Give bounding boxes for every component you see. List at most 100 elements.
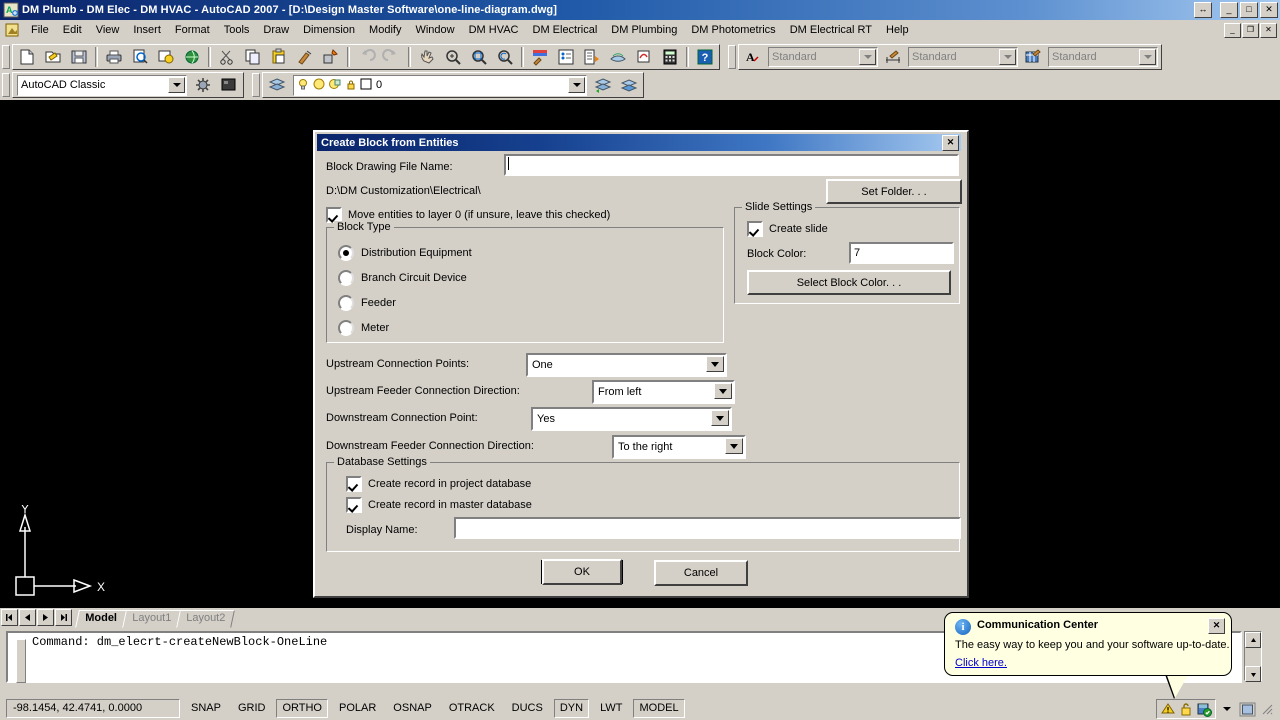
first-layout-button[interactable]	[1, 609, 18, 626]
text-style-icon[interactable]: A	[741, 45, 765, 69]
layout-tab-layout2[interactable]: Layout2	[176, 610, 236, 628]
sheet-set-manager-icon[interactable]	[606, 45, 630, 69]
tool-palettes-icon[interactable]	[580, 45, 604, 69]
balloon-close-button[interactable]: ✕	[1208, 618, 1225, 634]
designcenter-icon[interactable]	[554, 45, 578, 69]
status-toggle-osnap[interactable]: OSNAP	[387, 698, 438, 718]
cancel-button[interactable]: Cancel	[654, 560, 748, 586]
layout-tab-model[interactable]: Model	[75, 610, 127, 628]
open-file-icon[interactable]	[41, 45, 65, 69]
quickcalc-icon[interactable]	[658, 45, 682, 69]
command-scrollbar-vertical[interactable]	[1244, 631, 1262, 682]
minimize-window-button[interactable]: _	[1220, 2, 1238, 18]
display-name-input[interactable]	[454, 517, 961, 539]
menu-item-insert[interactable]: Insert	[126, 22, 168, 38]
chevron-down-icon[interactable]	[725, 438, 743, 454]
workspace-settings-icon[interactable]	[191, 73, 215, 97]
copy-icon[interactable]	[241, 45, 265, 69]
resize-grip[interactable]	[1258, 700, 1276, 718]
radio-distribution-equipment[interactable]: Distribution Equipment	[338, 245, 472, 261]
create-slide-checkbox[interactable]: Create slide	[747, 221, 828, 237]
upstream-connection-points-combo[interactable]: One	[526, 353, 727, 377]
redo-icon[interactable]	[380, 45, 404, 69]
status-toggle-lwt[interactable]: LWT	[594, 698, 629, 718]
create-record-project-db-checkbox[interactable]: Create record in project database	[346, 476, 531, 492]
layer-freeze-viewport-icon[interactable]	[328, 77, 342, 94]
set-folder-button[interactable]: Set Folder. . .	[826, 179, 962, 204]
menu-item-draw[interactable]: Draw	[256, 22, 296, 38]
coordinates-display[interactable]: -98.1454, 42.4741, 0.0000	[6, 698, 180, 718]
layer-lock-icon[interactable]	[344, 77, 358, 94]
previous-layout-button[interactable]	[19, 609, 36, 626]
block-color-input[interactable]: 7	[849, 242, 954, 264]
lock-icon[interactable]	[1177, 700, 1195, 718]
menu-item-dimension[interactable]: Dimension	[296, 22, 362, 38]
layer-color-swatch[interactable]	[360, 78, 372, 93]
close-window-button[interactable]: ✕	[1260, 2, 1278, 18]
chevron-down-icon[interactable]	[568, 76, 585, 93]
downstream-connection-point-combo[interactable]: Yes	[531, 407, 732, 431]
status-toggle-model[interactable]: MODEL	[633, 698, 685, 718]
maximize-window-button[interactable]: □	[1240, 2, 1258, 18]
dialog-close-button[interactable]: ✕	[942, 135, 959, 151]
ok-button[interactable]: OK	[541, 559, 623, 585]
block-editor-icon[interactable]	[319, 45, 343, 69]
cut-icon[interactable]	[215, 45, 239, 69]
workspace-combo[interactable]: AutoCAD Classic	[17, 74, 187, 96]
publish-3ddwf-icon[interactable]	[180, 45, 204, 69]
chevron-down-icon[interactable]	[1139, 49, 1156, 65]
layer-previous-icon[interactable]	[591, 73, 615, 97]
downstream-feeder-direction-combo[interactable]: To the right	[612, 435, 746, 459]
mdi-restore-button[interactable]: ❐	[1242, 23, 1259, 38]
warning-icon[interactable]	[1159, 700, 1177, 718]
clean-screen-button[interactable]	[1238, 700, 1256, 718]
menu-item-file[interactable]: File	[24, 22, 56, 38]
chevron-down-icon[interactable]	[168, 76, 185, 93]
menu-item-dm-electrical-rt[interactable]: DM Electrical RT	[783, 22, 879, 38]
table-style-icon[interactable]	[1021, 45, 1045, 69]
zoom-window-icon[interactable]	[467, 45, 491, 69]
menu-item-modify[interactable]: Modify	[362, 22, 408, 38]
radio-branch-circuit-device[interactable]: Branch Circuit Device	[338, 270, 467, 286]
status-toggle-ortho[interactable]: ORTHO	[276, 698, 328, 718]
layers-toolbar-grip[interactable]	[252, 73, 260, 97]
table-style-combo[interactable]: Standard	[1048, 47, 1158, 67]
menu-item-tools[interactable]: Tools	[217, 22, 257, 38]
publish-icon[interactable]	[154, 45, 178, 69]
layer-combo[interactable]: 0	[293, 74, 587, 96]
chevron-down-icon[interactable]	[859, 49, 876, 65]
chevron-down-icon[interactable]	[711, 410, 729, 426]
scroll-up-button[interactable]	[1245, 632, 1261, 648]
chevron-down-icon[interactable]	[714, 383, 732, 399]
communication-center-icon[interactable]	[1195, 700, 1213, 718]
status-toggle-ducs[interactable]: DUCS	[505, 698, 549, 718]
paste-icon[interactable]	[267, 45, 291, 69]
mdi-close-button[interactable]: ✕	[1260, 23, 1277, 38]
create-record-master-db-checkbox[interactable]: Create record in master database	[346, 497, 532, 513]
radio-meter[interactable]: Meter	[338, 320, 389, 336]
text-style-combo[interactable]: Standard	[768, 47, 878, 67]
layer-on-icon[interactable]	[296, 77, 310, 94]
new-file-icon[interactable]	[15, 45, 39, 69]
upstream-feeder-direction-combo[interactable]: From left	[592, 380, 735, 404]
properties-palette-icon[interactable]	[528, 45, 552, 69]
status-toggle-snap[interactable]: SNAP	[185, 698, 227, 718]
menu-item-dm-plumbing[interactable]: DM Plumbing	[604, 22, 684, 38]
menu-item-window[interactable]: Window	[408, 22, 461, 38]
markup-set-manager-icon[interactable]	[632, 45, 656, 69]
tray-menu-chevron-icon[interactable]	[1218, 700, 1236, 718]
status-toggle-grid[interactable]: GRID	[231, 698, 272, 718]
match-properties-icon[interactable]	[293, 45, 317, 69]
layer-properties-manager-icon[interactable]	[265, 73, 289, 97]
mdi-minimize-button[interactable]: _	[1224, 23, 1241, 38]
next-layout-button[interactable]	[37, 609, 54, 626]
menu-item-dm-photometrics[interactable]: DM Photometrics	[684, 22, 782, 38]
plot-icon[interactable]	[102, 45, 126, 69]
balloon-link[interactable]: Click here.	[955, 657, 1007, 669]
status-toggle-dyn[interactable]: DYN	[553, 698, 590, 718]
radio-feeder[interactable]: Feeder	[338, 295, 396, 311]
menu-item-format[interactable]: Format	[168, 22, 217, 38]
chevron-down-icon[interactable]	[706, 356, 724, 372]
status-toggle-otrack[interactable]: OTRACK	[442, 698, 501, 718]
chevron-down-icon[interactable]	[999, 49, 1016, 65]
